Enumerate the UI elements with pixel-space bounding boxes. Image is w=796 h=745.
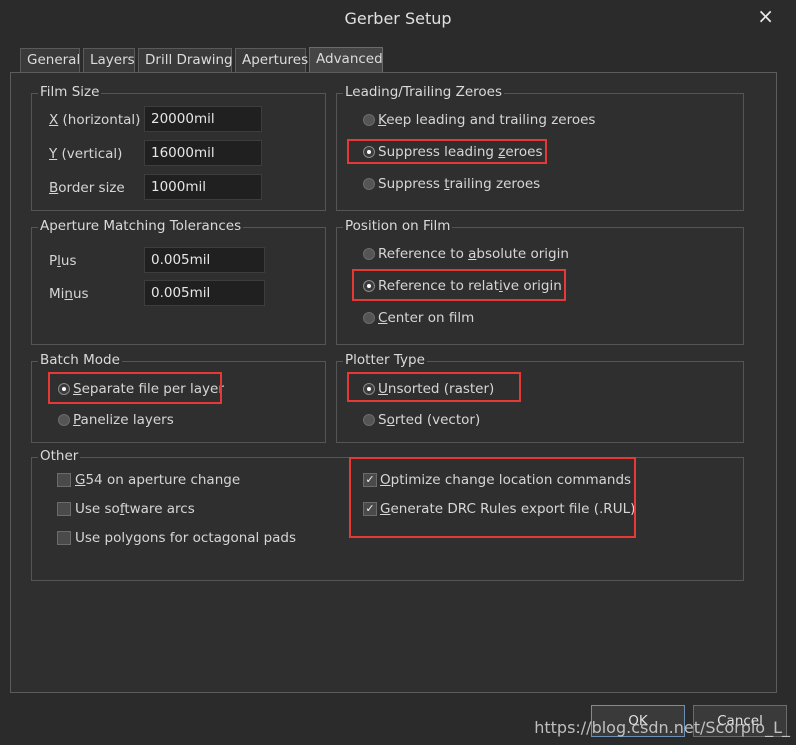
octagonal-pads-checkbox[interactable] [57,531,71,545]
other-group: Other G54 on aperture change Use softwar… [31,448,744,581]
x-horizontal-label: X (horizontal) [49,112,141,128]
window-title: Gerber Setup [344,9,452,28]
other-title: Other [38,448,81,464]
watermark-text: https://blog.csdn.net/Scorpio_L_ [534,718,790,737]
plus-label: Plus [49,253,77,269]
g54-label[interactable]: G54 on aperture change [75,472,240,488]
keep-zeroes-radio[interactable] [363,114,375,126]
separate-file-label[interactable]: Separate file per layer [73,381,224,397]
title-bar: Gerber Setup × [0,0,796,38]
position-on-film-title: Position on Film [343,218,453,234]
tab-apertures[interactable]: Apertures [235,48,308,72]
software-arcs-checkbox[interactable] [57,502,71,516]
g54-checkbox[interactable] [57,473,71,487]
panelize-layers-radio[interactable] [58,414,70,426]
border-size-input[interactable]: 1000mil [144,174,262,200]
close-icon[interactable]: × [757,4,774,28]
optimize-commands-label[interactable]: Optimize change location commands [380,472,631,488]
advanced-panel: Film Size X (horizontal) 20000mil Y (ver… [10,72,777,693]
plotter-type-group: Plotter Type Unsorted (raster) Sorted (v… [336,352,744,443]
unsorted-raster-label[interactable]: Unsorted (raster) [378,381,494,397]
batch-mode-title: Batch Mode [38,352,122,368]
suppress-leading-label[interactable]: Suppress leading zeroes [378,144,543,160]
y-vertical-input[interactable]: 16000mil [144,140,262,166]
leading-trailing-title: Leading/Trailing Zeroes [343,84,505,100]
center-on-film-radio[interactable] [363,312,375,324]
tab-layers[interactable]: Layers [83,48,135,72]
border-size-label: Border size [49,180,125,196]
center-on-film-label[interactable]: Center on film [378,310,474,326]
relative-origin-label[interactable]: Reference to relative origin [378,278,562,294]
tab-general[interactable]: General [20,48,80,72]
absolute-origin-label[interactable]: Reference to absolute origin [378,246,569,262]
software-arcs-label[interactable]: Use software arcs [75,501,195,517]
film-size-group: Film Size X (horizontal) 20000mil Y (ver… [31,84,326,211]
suppress-trailing-radio[interactable] [363,178,375,190]
batch-mode-group: Batch Mode Separate file per layer Panel… [31,352,326,443]
film-size-title: Film Size [38,84,102,100]
optimize-commands-checkbox[interactable]: ✓ [363,473,377,487]
relative-origin-radio[interactable] [363,280,375,292]
position-on-film-group: Position on Film Reference to absolute o… [336,218,744,345]
aperture-tolerances-title: Aperture Matching Tolerances [38,218,244,234]
aperture-tolerances-group: Aperture Matching Tolerances Plus 0.005m… [31,218,326,345]
highlight-other-options [349,457,636,538]
tab-drill-drawing[interactable]: Drill Drawing [138,48,233,72]
sorted-vector-radio[interactable] [363,414,375,426]
sorted-vector-label[interactable]: Sorted (vector) [378,412,480,428]
panelize-layers-label[interactable]: Panelize layers [73,412,174,428]
plus-input[interactable]: 0.005mil [144,247,265,273]
octagonal-pads-label[interactable]: Use polygons for octagonal pads [75,530,296,546]
drc-rules-export-checkbox[interactable]: ✓ [363,502,377,516]
unsorted-raster-radio[interactable] [363,383,375,395]
keep-zeroes-label[interactable]: Keep leading and trailing zeroes [378,112,595,128]
separate-file-radio[interactable] [58,383,70,395]
suppress-leading-radio[interactable] [363,146,375,158]
y-vertical-label: Y (vertical) [49,146,123,162]
minus-label: Minus [49,286,89,302]
drc-rules-export-label[interactable]: Generate DRC Rules export file (.RUL) [380,501,635,517]
leading-trailing-zeroes-group: Leading/Trailing Zeroes Keep leading and… [336,84,744,211]
plotter-type-title: Plotter Type [343,352,427,368]
minus-input[interactable]: 0.005mil [144,280,265,306]
tab-advanced[interactable]: Advanced [309,47,383,73]
absolute-origin-radio[interactable] [363,248,375,260]
x-horizontal-input[interactable]: 20000mil [144,106,262,132]
suppress-trailing-label[interactable]: Suppress trailing zeroes [378,176,540,192]
